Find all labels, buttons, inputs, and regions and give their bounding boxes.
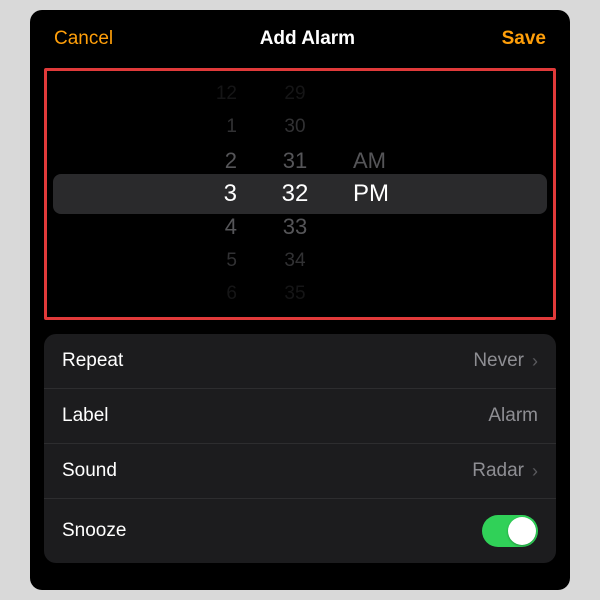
header: Cancel Add Alarm Save xyxy=(30,10,570,64)
snooze-toggle[interactable] xyxy=(482,515,538,547)
snooze-label: Snooze xyxy=(62,520,126,542)
picker-minute: 35 xyxy=(255,283,335,305)
picker-row[interactable]: 635 xyxy=(47,278,553,311)
picker-minute: 32 xyxy=(255,180,335,208)
chevron-right-icon: › xyxy=(532,461,538,482)
picker-row[interactable]: 332PM xyxy=(47,177,553,210)
picker-hour: 1 xyxy=(175,116,255,138)
repeat-value: Never › xyxy=(473,350,538,372)
picker-hour: 4 xyxy=(175,214,255,240)
cancel-button[interactable]: Cancel xyxy=(54,28,113,50)
alarm-add-screen: Cancel Add Alarm Save 1229130231AM332PM4… xyxy=(30,10,570,590)
picker-row[interactable]: 1229 xyxy=(47,77,553,110)
repeat-row[interactable]: Repeat Never › xyxy=(44,334,556,389)
sound-value: Radar › xyxy=(472,460,538,482)
time-picker-highlight-box: 1229130231AM332PM433534635 xyxy=(44,68,556,320)
chevron-right-icon: › xyxy=(532,351,538,372)
picker-minute: 34 xyxy=(255,250,335,272)
picker-ampm: PM xyxy=(335,180,425,208)
picker-hour: 3 xyxy=(175,180,255,208)
picker-minute: 30 xyxy=(255,116,335,138)
time-picker[interactable]: 1229130231AM332PM433534635 xyxy=(47,77,553,311)
sound-label: Sound xyxy=(62,460,117,482)
picker-row[interactable]: 433 xyxy=(47,211,553,244)
label-value: Alarm xyxy=(488,405,538,427)
picker-hour: 6 xyxy=(175,283,255,305)
label-row[interactable]: Label Alarm xyxy=(44,389,556,444)
picker-ampm: AM xyxy=(335,148,425,174)
picker-minute: 31 xyxy=(255,148,335,174)
sound-row[interactable]: Sound Radar › xyxy=(44,444,556,499)
alarm-settings-list: Repeat Never › Label Alarm Sound Radar ›… xyxy=(44,334,556,563)
picker-row[interactable]: 130 xyxy=(47,110,553,143)
snooze-row: Snooze xyxy=(44,499,556,563)
picker-hour: 2 xyxy=(175,148,255,174)
picker-row[interactable]: 534 xyxy=(47,244,553,277)
picker-hour: 5 xyxy=(175,250,255,272)
label-label: Label xyxy=(62,405,109,427)
picker-minute: 29 xyxy=(255,83,335,105)
toggle-knob xyxy=(508,517,536,545)
save-button[interactable]: Save xyxy=(502,28,546,50)
picker-hour: 12 xyxy=(175,83,255,105)
page-title: Add Alarm xyxy=(260,28,355,50)
picker-row[interactable]: 231AM xyxy=(47,144,553,177)
repeat-label: Repeat xyxy=(62,350,123,372)
picker-minute: 33 xyxy=(255,214,335,240)
